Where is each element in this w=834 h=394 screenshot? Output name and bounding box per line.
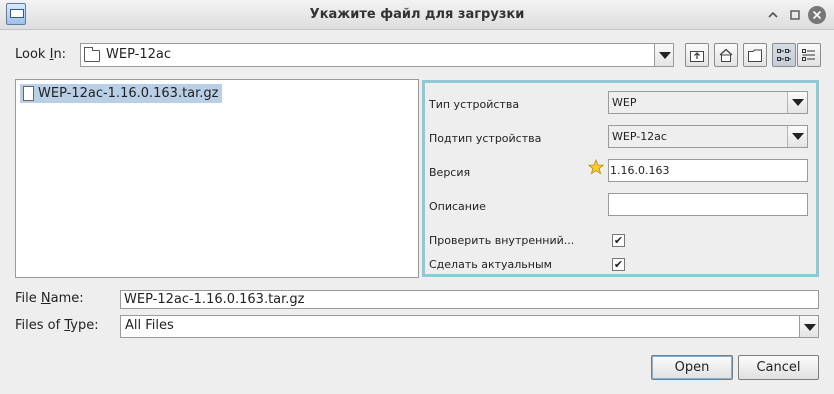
device-type-label: Тип устройства xyxy=(429,98,520,111)
new-folder-button[interactable] xyxy=(743,43,767,67)
title-bar: Укажите файл для загрузки xyxy=(0,0,834,30)
new-folder-icon xyxy=(748,49,762,62)
file-name-label: File Name: xyxy=(15,291,84,306)
verify-internal-label: Проверить внутренний... xyxy=(429,234,575,247)
file-type-value: All Files xyxy=(125,318,174,333)
look-in-value: WEP-12ac xyxy=(106,47,171,62)
window-title: Укажите файл для загрузки xyxy=(309,7,525,22)
file-name-input[interactable]: WEP-12ac-1.16.0.163.tar.gz xyxy=(120,290,819,309)
description-input[interactable] xyxy=(608,193,808,216)
cancel-button[interactable]: Cancel xyxy=(738,355,819,380)
device-subtype-label: Подтип устройства xyxy=(429,132,542,145)
chevron-down-icon[interactable] xyxy=(787,126,807,147)
device-subtype-combo[interactable]: WEP-12ac xyxy=(608,125,808,148)
details-view-button[interactable] xyxy=(797,43,821,67)
chevron-down-icon[interactable] xyxy=(654,44,673,66)
device-type-value: WEP xyxy=(612,96,637,109)
check-icon: ✔ xyxy=(613,258,624,271)
look-in-label: Look In: xyxy=(15,47,67,62)
file-type-label: Files of Type: xyxy=(15,318,99,333)
maximize-icon[interactable] xyxy=(786,6,804,24)
verify-internal-checkbox[interactable]: ✔ xyxy=(612,234,625,247)
device-subtype-value: WEP-12ac xyxy=(612,130,667,143)
make-current-checkbox[interactable]: ✔ xyxy=(612,258,625,271)
open-button[interactable]: Open xyxy=(651,355,733,380)
file-name: WEP-12ac-1.16.0.163.tar.gz xyxy=(38,86,219,101)
home-icon xyxy=(719,48,733,62)
description-label: Описание xyxy=(429,200,486,213)
details-view-icon xyxy=(802,49,815,61)
check-icon: ✔ xyxy=(613,234,624,247)
star-icon xyxy=(588,159,604,175)
folder-icon xyxy=(84,47,100,62)
up-folder-button[interactable] xyxy=(685,43,709,67)
file-icon xyxy=(23,86,34,101)
file-type-combo[interactable]: All Files xyxy=(120,315,819,338)
up-folder-icon xyxy=(690,51,704,62)
chevron-down-icon[interactable] xyxy=(799,316,818,337)
home-button[interactable] xyxy=(714,43,738,67)
list-view-button[interactable] xyxy=(772,43,796,67)
version-label: Версия xyxy=(429,166,471,179)
make-current-label: Сделать актуальным xyxy=(429,258,552,271)
version-input[interactable]: 1.16.0.163 xyxy=(608,159,808,182)
accessory-panel: Тип устройства WEP Подтип устройства WEP… xyxy=(422,80,819,277)
minimize-icon[interactable] xyxy=(764,6,782,24)
file-name-value: WEP-12ac-1.16.0.163.tar.gz xyxy=(124,292,305,307)
chevron-down-icon[interactable] xyxy=(787,92,807,113)
close-icon[interactable] xyxy=(808,6,826,24)
list-item[interactable]: WEP-12ac-1.16.0.163.tar.gz xyxy=(20,84,222,103)
version-value: 1.16.0.163 xyxy=(610,164,670,177)
file-list[interactable]: WEP-12ac-1.16.0.163.tar.gz xyxy=(15,79,419,278)
list-view-icon xyxy=(777,49,791,61)
look-in-combo[interactable]: WEP-12ac xyxy=(80,43,674,67)
device-type-combo[interactable]: WEP xyxy=(608,91,808,114)
